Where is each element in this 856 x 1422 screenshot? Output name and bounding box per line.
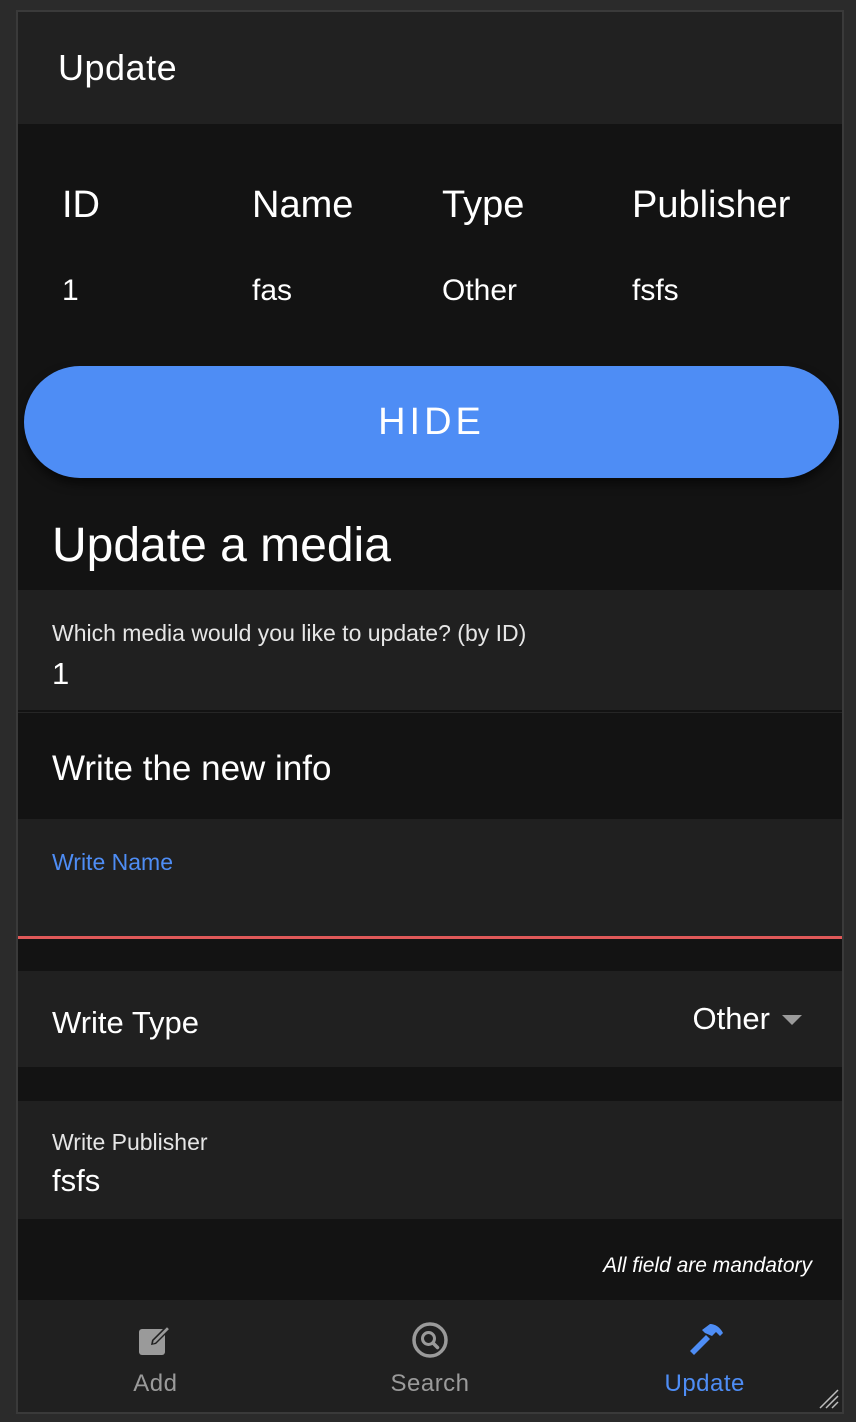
nav-item-update[interactable]: Update bbox=[567, 1300, 842, 1412]
media-id-field[interactable]: Which media would you like to update? (b… bbox=[18, 590, 842, 710]
column-header-type: Type bbox=[442, 184, 525, 226]
new-info-heading-text: Write the new info bbox=[52, 749, 332, 788]
nav-label-search: Search bbox=[390, 1370, 470, 1397]
page-title: Update bbox=[58, 47, 178, 88]
table-cell-id: 1 bbox=[62, 274, 79, 307]
media-id-label: Which media would you like to update? (b… bbox=[52, 620, 527, 646]
caret-down-icon bbox=[782, 1015, 802, 1025]
publisher-field[interactable]: Write Publisher fsfs bbox=[18, 1101, 842, 1219]
app-header: Update bbox=[18, 12, 842, 124]
type-select[interactable]: Other bbox=[692, 1001, 802, 1037]
app-window: Update ID Name Type Publisher 1 fas Othe… bbox=[16, 10, 844, 1414]
name-field-error-underline bbox=[18, 936, 842, 939]
column-header-id: ID bbox=[62, 184, 100, 226]
publisher-input[interactable]: fsfs bbox=[52, 1163, 100, 1199]
section-title: Update a media bbox=[52, 519, 391, 572]
media-table: ID Name Type Publisher 1 fas Other fsfs bbox=[18, 124, 842, 364]
type-field[interactable]: Write Type Other bbox=[18, 971, 842, 1067]
nav-item-search[interactable]: Search bbox=[293, 1300, 568, 1412]
hide-button[interactable]: HIDE bbox=[24, 366, 839, 478]
hammer-icon bbox=[689, 1324, 723, 1355]
resize-grip-icon[interactable] bbox=[814, 1384, 840, 1410]
new-info-heading: Write the new info bbox=[18, 712, 842, 819]
table-cell-publisher: fsfs bbox=[632, 274, 679, 307]
name-field[interactable]: Write Name bbox=[18, 819, 842, 939]
column-header-publisher: Publisher bbox=[632, 184, 791, 226]
nav-label-update: Update bbox=[664, 1370, 745, 1397]
edit-icon bbox=[139, 1325, 172, 1355]
search-icon bbox=[412, 1322, 448, 1358]
mandatory-note: All field are mandatory bbox=[603, 1254, 812, 1277]
name-label: Write Name bbox=[52, 849, 173, 875]
bottom-navigation: Add Search Update bbox=[18, 1300, 842, 1412]
nav-item-add[interactable]: Add bbox=[18, 1300, 293, 1412]
nav-label-add: Add bbox=[133, 1370, 178, 1397]
table-cell-type: Other bbox=[442, 274, 518, 307]
column-header-name: Name bbox=[252, 184, 354, 226]
type-label: Write Type bbox=[52, 1005, 200, 1040]
media-id-input[interactable]: 1 bbox=[52, 656, 69, 692]
publisher-label: Write Publisher bbox=[52, 1129, 208, 1155]
type-selected-value: Other bbox=[692, 1001, 770, 1036]
table-cell-name: fas bbox=[252, 274, 293, 307]
